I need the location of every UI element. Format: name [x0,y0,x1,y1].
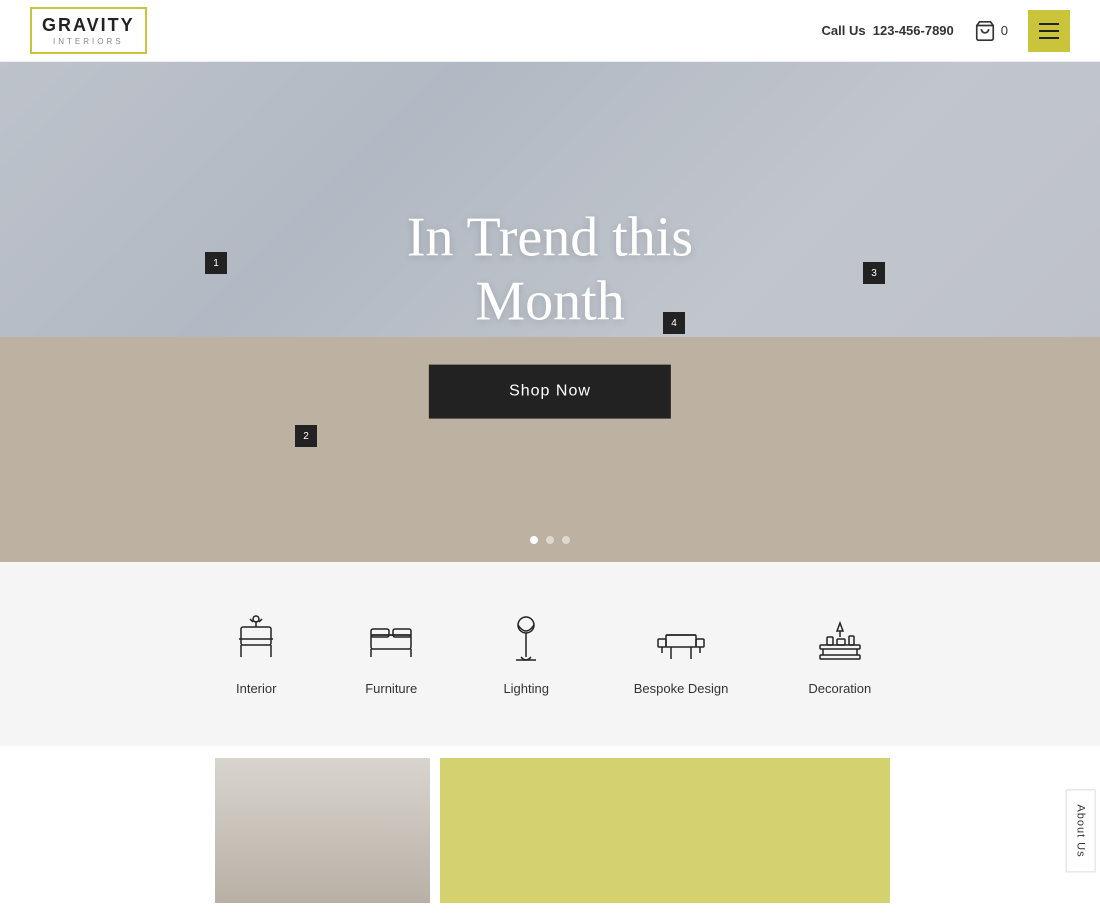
logo-sub: INTERIORS [53,37,124,46]
call-us: Call Us 123-456-7890 [821,23,953,38]
bespoke-svg [656,615,706,665]
site-header: GRAVITY INTERIORS Call Us 123-456-7890 0 [0,0,1100,62]
menu-line-3 [1039,37,1059,39]
decoration-svg [815,615,865,665]
logo-brand: GRAVITY [42,15,135,36]
lighting-icon [499,612,554,667]
furniture-icon [364,612,419,667]
furniture-label: Furniture [365,681,417,696]
category-bespoke[interactable]: Bespoke Design [634,612,729,696]
cart-icon [974,20,996,42]
bespoke-label: Bespoke Design [634,681,729,696]
slider-dots [530,536,570,544]
hotspot-1[interactable]: 1 [205,252,227,274]
decoration-label: Decoration [808,681,871,696]
hotspot-2-label: 2 [303,431,309,442]
hotspot-2[interactable]: 2 [295,425,317,447]
phone-number: 123-456-7890 [873,23,954,38]
menu-line-1 [1039,23,1059,25]
slider-dot-2[interactable] [546,536,554,544]
menu-line-2 [1039,30,1059,32]
category-lighting[interactable]: Lighting [499,612,554,696]
bespoke-icon [654,612,709,667]
hero-title: In Trend this Month [407,206,693,335]
hotspot-3[interactable]: 3 [863,262,885,284]
about-us-tab[interactable]: About Us [1065,789,1095,872]
interior-label: Interior [236,681,276,696]
hero-title-line1: In Trend this [407,207,693,269]
hero-content: In Trend this Month Shop Now [407,206,693,419]
category-furniture[interactable]: Furniture [364,612,419,696]
hero-title-line2: Month [475,271,624,333]
menu-button[interactable] [1028,10,1070,52]
hotspot-1-label: 1 [213,258,219,269]
shop-now-button[interactable]: Shop Now [429,364,671,418]
logo-box: GRAVITY INTERIORS [30,7,147,54]
categories-section: Interior Furniture [0,562,1100,746]
interior-icon [229,612,284,667]
header-right: Call Us 123-456-7890 0 [821,10,1070,52]
cart-button[interactable]: 0 [974,20,1008,42]
category-interior[interactable]: Interior [229,612,284,696]
hero-section: 1 2 3 4 In Trend this Month Shop Now [0,62,1100,562]
hotspot-3-label: 3 [871,268,877,279]
bottom-section: About Us [0,746,1100,916]
lighting-label: Lighting [503,681,549,696]
decoration-icon [812,612,867,667]
cart-count: 0 [1001,23,1008,38]
slider-dot-3[interactable] [562,536,570,544]
interior-svg [231,615,281,665]
call-us-label: Call Us [821,23,865,38]
bottom-yellow-block [440,758,890,903]
logo[interactable]: GRAVITY INTERIORS [30,7,147,54]
category-decoration[interactable]: Decoration [808,612,871,696]
furniture-svg [366,615,416,665]
bottom-image-left [215,758,430,903]
lighting-svg [501,615,551,665]
slider-dot-1[interactable] [530,536,538,544]
